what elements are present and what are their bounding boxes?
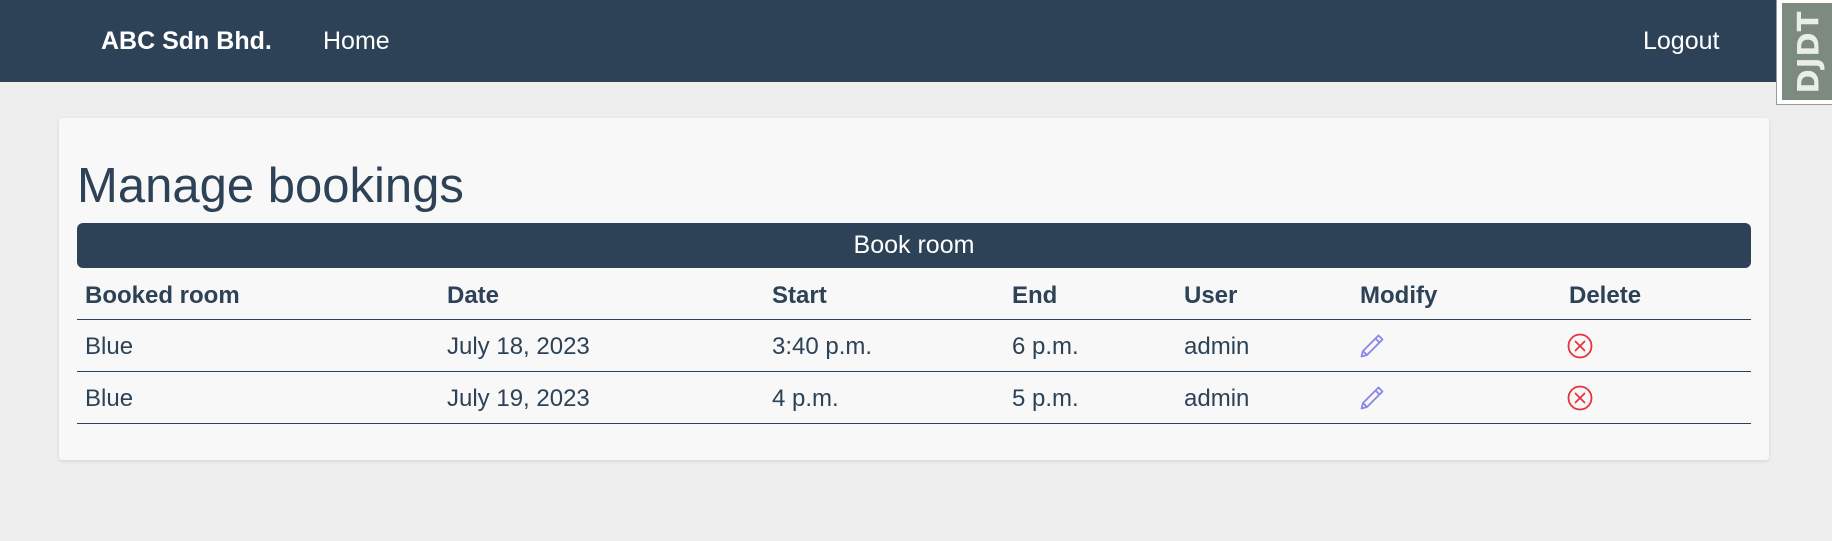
header-date: Date [447, 282, 500, 309]
cell-end: 5 p.m. [1012, 385, 1079, 412]
pencil-icon [1360, 386, 1384, 410]
cell-user: admin [1184, 333, 1250, 360]
top-navbar: ABC Sdn Bhd. Home Logout [0, 0, 1832, 82]
nav-logout-link[interactable]: Logout [1643, 24, 1719, 58]
book-room-button[interactable]: Book room [77, 223, 1751, 268]
debug-toolbar-tab[interactable]: DJDT [1782, 3, 1832, 100]
circle-x-icon [1567, 385, 1593, 411]
header-start: Start [772, 282, 827, 309]
header-end: End [1012, 282, 1058, 309]
edit-booking-button[interactable] [1358, 332, 1386, 360]
brand-link[interactable]: ABC Sdn Bhd. [101, 24, 272, 58]
cell-room: Blue [85, 385, 134, 412]
pencil-icon [1360, 334, 1384, 358]
cell-date: July 18, 2023 [447, 333, 590, 360]
row-divider [77, 423, 1751, 424]
circle-x-icon [1567, 333, 1593, 359]
cell-room: Blue [85, 333, 134, 360]
header-delete: Delete [1569, 282, 1642, 309]
cell-user: admin [1184, 385, 1250, 412]
edit-booking-button[interactable] [1358, 384, 1386, 412]
cell-end: 6 p.m. [1012, 333, 1079, 360]
row-divider [77, 371, 1751, 372]
header-modify: Modify [1360, 282, 1438, 309]
delete-booking-button[interactable] [1566, 332, 1594, 360]
nav-home-link[interactable]: Home [323, 24, 390, 58]
header-user: User [1184, 282, 1238, 309]
cell-start: 4 p.m. [772, 385, 839, 412]
delete-booking-button[interactable] [1566, 384, 1594, 412]
debug-toolbar-label: DJDT [1791, 10, 1826, 94]
page-title: Manage bookings [77, 159, 464, 213]
header-booked-room: Booked room [85, 282, 240, 309]
debug-toolbar-handle[interactable]: DJDT [1776, 0, 1832, 105]
cell-date: July 19, 2023 [447, 385, 590, 412]
cell-start: 3:40 p.m. [772, 333, 873, 360]
header-divider [77, 319, 1751, 320]
